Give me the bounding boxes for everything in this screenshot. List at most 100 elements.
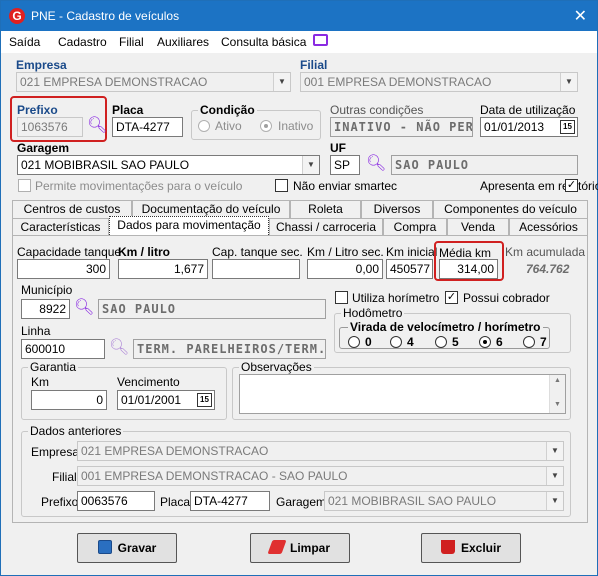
- cap-tanque-field[interactable]: 300: [17, 259, 110, 279]
- cap-tanque-label: Capacidade tanque: [17, 245, 122, 259]
- garantia-km-field[interactable]: 0: [31, 390, 107, 410]
- permite-checkbox[interactable]: [18, 179, 31, 192]
- apresenta-label: Apresenta em relatórios: [480, 179, 598, 193]
- cap-sec-label: Cap. tanque sec.: [212, 245, 303, 259]
- uf-name-field: SAO PAULO: [391, 155, 578, 175]
- chevron-down-icon: ▼: [546, 492, 563, 510]
- empresa-label: Empresa: [16, 58, 67, 72]
- municipio-label: Município: [21, 283, 73, 297]
- tab-venda[interactable]: Venda: [447, 218, 509, 236]
- outras-field: INATIVO - NÃO PERMIT: [330, 117, 473, 137]
- vencimento-label: Vencimento: [117, 375, 180, 389]
- km-acum-label: Km acumulada: [505, 245, 586, 259]
- placa-label: Placa: [112, 103, 144, 117]
- ant-prefixo-label: Prefixo: [41, 495, 79, 509]
- media-km-field[interactable]: 314,00: [439, 259, 498, 279]
- limpar-button[interactable]: Limpar: [250, 533, 350, 563]
- km-litro-field[interactable]: 1,677: [118, 259, 208, 279]
- garagem-select[interactable]: 021 MOBIBRASIL SAO PAULO ▼: [17, 155, 320, 175]
- garagem-label: Garagem: [17, 141, 70, 155]
- limpar-label: Limpar: [289, 541, 330, 555]
- calendar-icon[interactable]: 15: [560, 120, 575, 134]
- virada-label-7: 7: [540, 335, 547, 349]
- filial-select: 001 EMPRESA DEMONSTRACAO ▼: [300, 72, 578, 92]
- virada-radio-6[interactable]: [479, 336, 491, 348]
- save-icon: [97, 540, 112, 554]
- gravar-button[interactable]: Gravar: [77, 533, 177, 563]
- window-title: PNE - Cadastro de veículos: [31, 9, 180, 23]
- search-icon[interactable]: 🔍︎: [87, 118, 107, 136]
- radio-inativo[interactable]: [260, 120, 272, 132]
- linha-code-field[interactable]: 600010: [21, 339, 105, 359]
- chevron-down-icon: ▼: [560, 73, 577, 91]
- possui-cobrador-checkbox[interactable]: ✓: [445, 291, 458, 304]
- menu-bar: Saída Cadastro Filial Auxiliares Consult…: [1, 31, 597, 53]
- excluir-button[interactable]: Excluir: [421, 533, 521, 563]
- placa-field[interactable]: DTA-4277: [112, 117, 183, 137]
- apresenta-checkbox[interactable]: ✓: [565, 179, 578, 192]
- municipio-code-field[interactable]: 8922: [21, 299, 70, 319]
- radio-ativo-label: Ativo: [215, 119, 242, 133]
- hodometro-label: Hodômetro: [341, 306, 405, 320]
- virada-radio-7[interactable]: [523, 336, 535, 348]
- radio-ativo[interactable]: [198, 120, 210, 132]
- empresa-value: 021 EMPRESA DEMONSTRACAO: [20, 75, 208, 89]
- menu-cadastro[interactable]: Cadastro: [58, 35, 107, 49]
- uf-label: UF: [330, 141, 346, 155]
- dados-anteriores-label: Dados anteriores: [28, 424, 124, 438]
- ant-empresa-select: 021 EMPRESA DEMONSTRACAO ▼: [77, 441, 564, 461]
- tab-diversos[interactable]: Diversos: [361, 200, 433, 218]
- ant-filial-select: 001 EMPRESA DEMONSTRACAO - SAO PAULO ▼: [77, 466, 564, 486]
- permite-label: Permite movimentações para o veículo: [35, 179, 243, 193]
- tab-dados-movimentacao[interactable]: Dados para movimentação: [109, 216, 269, 237]
- ant-prefixo-field: 0063576: [77, 491, 155, 511]
- km-inicial-label: Km inicial: [386, 245, 438, 259]
- ant-filial-label: Filial: [52, 470, 77, 484]
- tab-acessorios[interactable]: Acessórios: [509, 218, 588, 236]
- ant-placa-field: DTA-4277: [190, 491, 270, 511]
- ant-filial-value: 001 EMPRESA DEMONSTRACAO - SAO PAULO: [81, 469, 348, 483]
- tab-caracteristicas[interactable]: Características: [12, 218, 109, 236]
- search-icon[interactable]: 🔍︎: [109, 340, 129, 358]
- nao-enviar-checkbox[interactable]: [275, 179, 288, 192]
- menu-auxiliares[interactable]: Auxiliares: [157, 35, 209, 49]
- trash-icon: [440, 540, 455, 554]
- utiliza-horimetro-checkbox[interactable]: [335, 291, 348, 304]
- tab-chassi-carroceria[interactable]: Chassi / carroceria: [269, 218, 383, 236]
- virada-label-4: 4: [407, 335, 414, 349]
- uf-field[interactable]: SP: [330, 155, 360, 175]
- virada-radio-0[interactable]: [348, 336, 360, 348]
- observacoes-label: Observações: [239, 360, 314, 374]
- gravar-label: Gravar: [117, 541, 157, 555]
- menu-saida[interactable]: Saída: [9, 35, 40, 49]
- data-util-value: 01/01/2013: [484, 120, 545, 134]
- km-litro-label: Km / litro: [118, 245, 171, 259]
- close-button[interactable]: ✕: [574, 6, 587, 26]
- empresa-select: 021 EMPRESA DEMONSTRACAO ▼: [16, 72, 291, 92]
- menu-consulta-basica[interactable]: Consulta básica: [221, 35, 306, 49]
- calendar-icon[interactable]: 15: [197, 393, 212, 407]
- km-litro-sec-label: Km / Litro sec.: [307, 245, 384, 259]
- tab-roleta[interactable]: Roleta: [290, 200, 361, 218]
- virada-radio-4[interactable]: [390, 336, 402, 348]
- ant-garagem-select: 021 MOBIBRASIL SAO PAULO ▼: [324, 491, 564, 511]
- garantia-km-label: Km: [31, 375, 49, 389]
- cap-sec-field[interactable]: [212, 259, 300, 279]
- scrollbar[interactable]: ▲ ▼: [549, 375, 565, 413]
- prefixo-field[interactable]: 1063576: [17, 117, 83, 137]
- chevron-down-icon: ▼: [546, 442, 563, 460]
- virada-label-0: 0: [365, 335, 372, 349]
- radio-inativo-label: Inativo: [278, 119, 314, 133]
- virada-radio-5[interactable]: [435, 336, 447, 348]
- search-icon[interactable]: 🔍︎: [366, 156, 386, 174]
- monitor-icon[interactable]: [313, 34, 328, 46]
- tab-componentes[interactable]: Componentes do veículo: [433, 200, 588, 218]
- km-inicial-field[interactable]: 450577: [386, 259, 433, 279]
- main-window: G PNE - Cadastro de veículos ✕ Saída Cad…: [0, 0, 598, 576]
- tab-compra[interactable]: Compra: [383, 218, 447, 236]
- menu-filial[interactable]: Filial: [119, 35, 144, 49]
- observacoes-textarea[interactable]: ▲ ▼: [239, 374, 566, 414]
- ant-garagem-label: Garagem: [276, 495, 327, 509]
- km-litro-sec-field[interactable]: 0,00: [307, 259, 383, 279]
- search-icon[interactable]: 🔍︎: [74, 300, 94, 318]
